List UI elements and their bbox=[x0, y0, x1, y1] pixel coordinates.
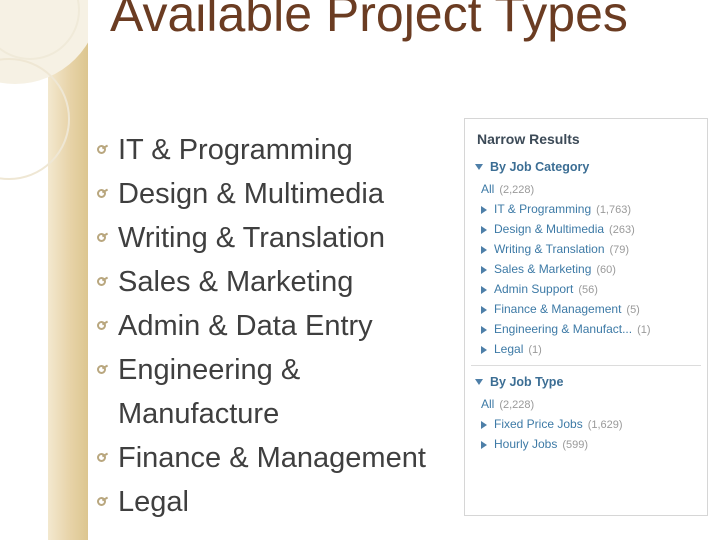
facet-group-label: By Job Category bbox=[490, 160, 590, 174]
chevron-right-icon bbox=[481, 346, 487, 354]
facet-count: (263) bbox=[609, 224, 635, 236]
facet-label: Legal bbox=[494, 342, 524, 356]
list-item-label: IT & Programming bbox=[118, 134, 353, 166]
facet-label: Writing & Translation bbox=[494, 242, 605, 256]
facet-group-label: By Job Type bbox=[490, 375, 564, 389]
chevron-right-icon bbox=[481, 226, 487, 234]
bullet-marker-icon bbox=[97, 233, 106, 242]
facet-count: (5) bbox=[626, 304, 640, 316]
bullet-marker-icon bbox=[97, 365, 106, 374]
facet-label: Finance & Management bbox=[494, 302, 622, 316]
facet-count: (1) bbox=[528, 344, 542, 356]
bullet-marker-icon bbox=[97, 189, 106, 198]
facet-label: Sales & Marketing bbox=[494, 262, 592, 276]
panel-title: Narrow Results bbox=[477, 131, 580, 147]
list-item-label: Admin & Data Entry bbox=[118, 310, 373, 342]
bullet-marker-icon bbox=[97, 497, 106, 506]
chevron-right-icon bbox=[481, 206, 487, 214]
decorative-left-band bbox=[0, 0, 88, 540]
list-item: Legal bbox=[96, 480, 466, 524]
facet-item[interactable]: Engineering & Manufact... (1) bbox=[465, 319, 707, 339]
list-item-label: Legal bbox=[118, 486, 189, 518]
list-item: Sales & Marketing bbox=[96, 260, 466, 304]
list-item: Design & Multimedia bbox=[96, 172, 466, 216]
chevron-down-icon bbox=[475, 164, 483, 170]
facet-item-all[interactable]: All (2,228) bbox=[465, 394, 707, 414]
list-item-label: Writing & Translation bbox=[118, 222, 386, 254]
facet-item[interactable]: IT & Programming (1,763) bbox=[465, 199, 707, 219]
facet-label: IT & Programming bbox=[494, 202, 592, 216]
bullet-marker-icon bbox=[97, 321, 106, 330]
facet-label: Fixed Price Jobs bbox=[494, 417, 583, 431]
list-item: Admin & Data Entry bbox=[96, 304, 466, 348]
facet-label: Hourly Jobs bbox=[494, 437, 558, 451]
facet-group-header-job-type[interactable]: By Job Type bbox=[465, 370, 707, 394]
facet-count: (79) bbox=[609, 244, 630, 256]
bullet-list: IT & Programming Design & Multimedia Wri… bbox=[96, 128, 466, 524]
chevron-right-icon bbox=[481, 246, 487, 254]
facet-count: (56) bbox=[578, 284, 598, 296]
facet-count: (2,228) bbox=[499, 399, 535, 411]
chevron-right-icon bbox=[481, 266, 487, 274]
chevron-right-icon bbox=[481, 306, 487, 314]
facet-count: (1) bbox=[637, 324, 651, 336]
list-item-label: Design & Multimedia bbox=[118, 178, 384, 210]
chevron-down-icon bbox=[475, 379, 483, 385]
facet-item[interactable]: Design & Multimedia (263) bbox=[465, 219, 707, 239]
chevron-right-icon bbox=[481, 286, 487, 294]
facet-label: Engineering & Manufact... bbox=[494, 322, 633, 336]
slide: Available Project Types IT & Programming… bbox=[0, 0, 720, 540]
facet-count: (1,763) bbox=[596, 204, 632, 216]
facet-item[interactable]: Admin Support (56) bbox=[465, 279, 707, 299]
page-title: Available Project Types bbox=[110, 0, 628, 42]
facet-item[interactable]: Legal (1) bbox=[465, 339, 707, 359]
list-item: Finance & Management bbox=[96, 436, 466, 480]
list-item-label: Sales & Marketing bbox=[118, 266, 354, 298]
facet-item[interactable]: Finance & Management (5) bbox=[465, 299, 707, 319]
facet-count: (60) bbox=[596, 264, 616, 276]
facet-count: (599) bbox=[562, 439, 589, 451]
facet-count: (1,629) bbox=[587, 419, 623, 431]
bullet-marker-icon bbox=[97, 277, 106, 286]
list-item: Writing & Translation bbox=[96, 216, 466, 260]
facet-label: Admin Support bbox=[494, 282, 574, 296]
bullet-marker-icon bbox=[97, 453, 106, 462]
list-item: Engineering & Manufacture bbox=[96, 348, 466, 436]
facet-item[interactable]: Writing & Translation (79) bbox=[465, 239, 707, 259]
bullet-marker-icon bbox=[97, 145, 106, 154]
list-item: IT & Programming bbox=[96, 128, 466, 172]
facet-label: All bbox=[481, 182, 495, 196]
facet-item[interactable]: Hourly Jobs (599) bbox=[465, 434, 707, 454]
divider bbox=[471, 365, 701, 366]
facet-item[interactable]: Sales & Marketing (60) bbox=[465, 259, 707, 279]
facet-item-all[interactable]: All (2,228) bbox=[465, 179, 707, 199]
chevron-right-icon bbox=[481, 441, 487, 449]
list-item-label: Engineering & Manufacture bbox=[118, 354, 301, 430]
chevron-right-icon bbox=[481, 421, 487, 429]
chevron-right-icon bbox=[481, 326, 487, 334]
facet-label: Design & Multimedia bbox=[494, 222, 605, 236]
narrow-results-panel: Narrow Results By Job Category All (2,22… bbox=[464, 118, 708, 516]
list-item-label: Finance & Management bbox=[118, 442, 426, 474]
facet-label: All bbox=[481, 397, 495, 411]
facet-group-header-job-category[interactable]: By Job Category bbox=[465, 155, 707, 179]
facet-count: (2,228) bbox=[499, 184, 535, 196]
facet-item[interactable]: Fixed Price Jobs (1,629) bbox=[465, 414, 707, 434]
